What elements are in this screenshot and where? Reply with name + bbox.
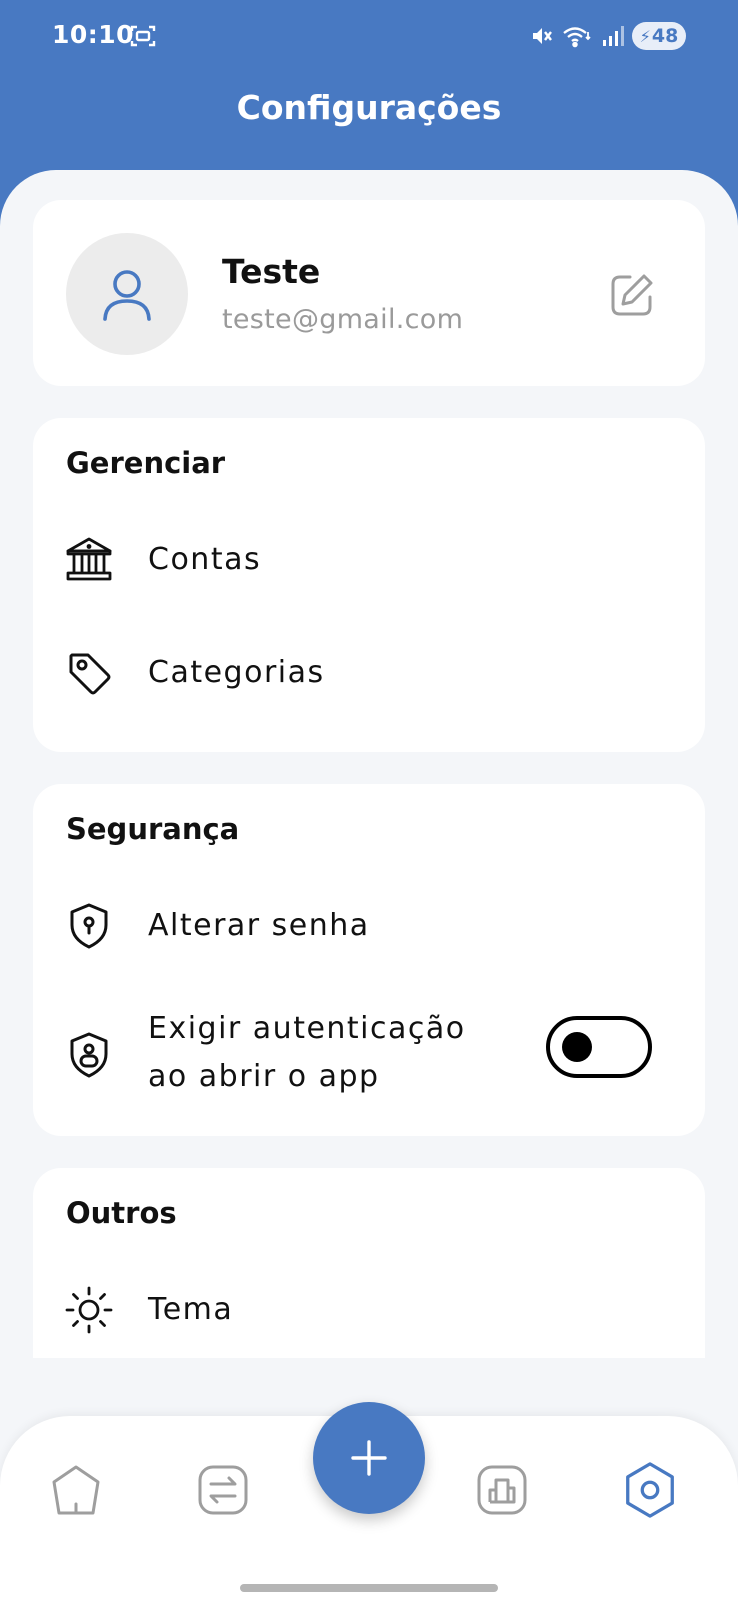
edit-icon — [611, 274, 653, 316]
menu-item-label: Alterar senha — [148, 908, 370, 943]
user-icon — [103, 270, 151, 321]
section-title-others: Outros — [66, 1196, 177, 1230]
others-section: Outros Tema — [33, 1168, 705, 1358]
avatar — [66, 233, 188, 355]
toggle-knob — [562, 1032, 592, 1062]
nav-transactions[interactable] — [193, 1460, 253, 1520]
auth-toggle[interactable] — [546, 1016, 652, 1078]
settings-content: Teste teste@gmail.com Gerenciar Contas C… — [0, 170, 738, 1600]
menu-item-label: Contas — [148, 542, 262, 577]
wifi-icon — [563, 27, 591, 48]
profile-name: Teste — [222, 252, 321, 291]
screenshot-icon — [130, 25, 156, 47]
menu-item-label: Tema — [148, 1292, 234, 1327]
status-icons: ⚡ 48 — [530, 22, 686, 50]
signal-icon — [603, 26, 624, 46]
status-bar: 10:10 ⚡ 48 — [0, 0, 738, 72]
section-title-security: Segurança — [66, 812, 240, 846]
nav-home[interactable] — [46, 1460, 106, 1520]
sun-icon — [65, 1286, 113, 1334]
security-section: Segurança Alterar senha Exigir autentica… — [33, 784, 705, 1136]
menu-item-categorias[interactable]: Categorias — [33, 623, 705, 723]
menu-item-label-line2: ao abrir o app — [148, 1059, 380, 1094]
nav-reports[interactable] — [472, 1460, 532, 1520]
add-icon — [351, 1440, 387, 1476]
home-icon — [52, 1465, 100, 1515]
menu-item-alterar-senha[interactable]: Alterar senha — [33, 876, 705, 976]
menu-item-contas[interactable]: Contas — [33, 510, 705, 610]
menu-item-label-line1: Exigir autenticação — [148, 1011, 466, 1046]
home-indicator — [240, 1584, 498, 1592]
bank-icon — [66, 537, 112, 581]
profile-card: Teste teste@gmail.com — [33, 200, 705, 386]
profile-email: teste@gmail.com — [222, 304, 464, 335]
add-button[interactable] — [313, 1402, 425, 1514]
transactions-icon — [198, 1465, 248, 1515]
manage-section: Gerenciar Contas Categorias — [33, 418, 705, 752]
settings-icon — [626, 1462, 674, 1518]
mute-icon — [533, 28, 552, 44]
shield-key-icon — [70, 903, 108, 949]
nav-settings[interactable] — [620, 1460, 680, 1520]
bottom-navigation — [0, 1402, 738, 1600]
shield-lock-icon — [70, 1032, 108, 1078]
battery-level: 48 — [651, 25, 679, 47]
page-title: Configurações — [236, 88, 502, 127]
battery-charging-icon: ⚡ 48 — [632, 22, 686, 50]
tag-icon — [69, 653, 111, 695]
reports-icon — [477, 1465, 527, 1515]
status-time: 10:10 — [52, 20, 135, 49]
menu-item-tema[interactable]: Tema — [33, 1260, 705, 1360]
menu-item-label: Categorias — [148, 655, 325, 690]
edit-profile-button[interactable] — [607, 270, 657, 320]
section-title-manage: Gerenciar — [66, 446, 226, 480]
